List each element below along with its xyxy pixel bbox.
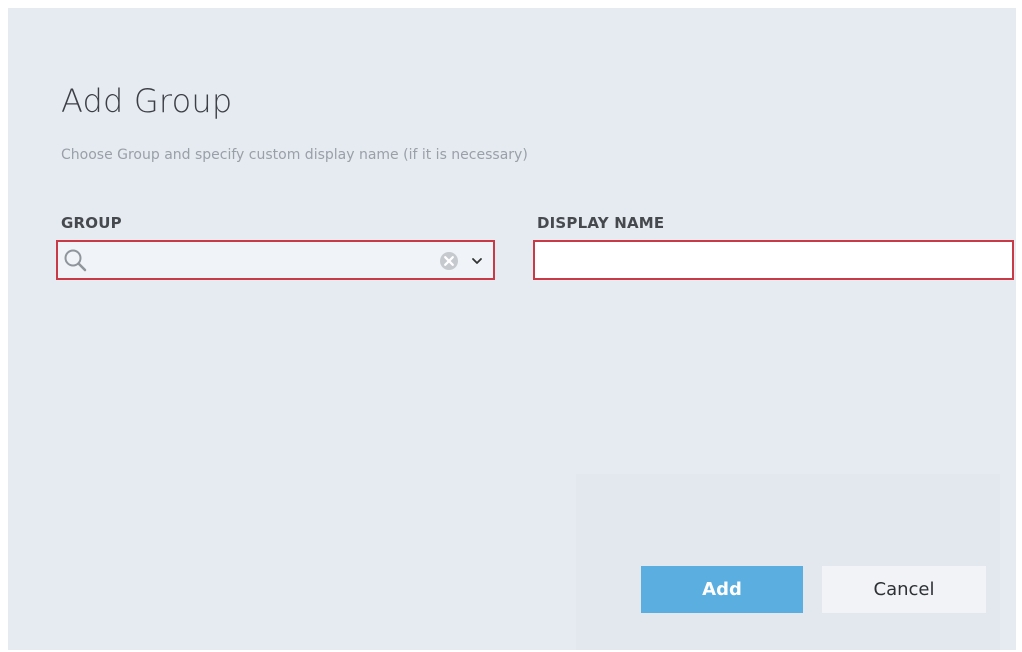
- add-group-dialog: Add Group Choose Group and specify custo…: [8, 8, 1016, 650]
- clear-icon[interactable]: [438, 250, 460, 272]
- add-button[interactable]: Add: [641, 566, 803, 613]
- search-icon: [64, 249, 87, 272]
- display-name-field-label: DISPLAY NAME: [537, 214, 665, 232]
- group-combobox[interactable]: [56, 240, 495, 280]
- cancel-button[interactable]: Cancel: [822, 566, 986, 613]
- footer-panel: [576, 474, 1000, 650]
- group-search-input[interactable]: [92, 246, 426, 276]
- display-name-input[interactable]: [541, 246, 1010, 276]
- chevron-down-icon[interactable]: [470, 254, 484, 268]
- dialog-subtitle: Choose Group and specify custom display …: [61, 147, 528, 163]
- dialog-title: Add Group: [61, 82, 233, 120]
- display-name-field[interactable]: [533, 240, 1014, 280]
- group-field-label: GROUP: [61, 214, 122, 232]
